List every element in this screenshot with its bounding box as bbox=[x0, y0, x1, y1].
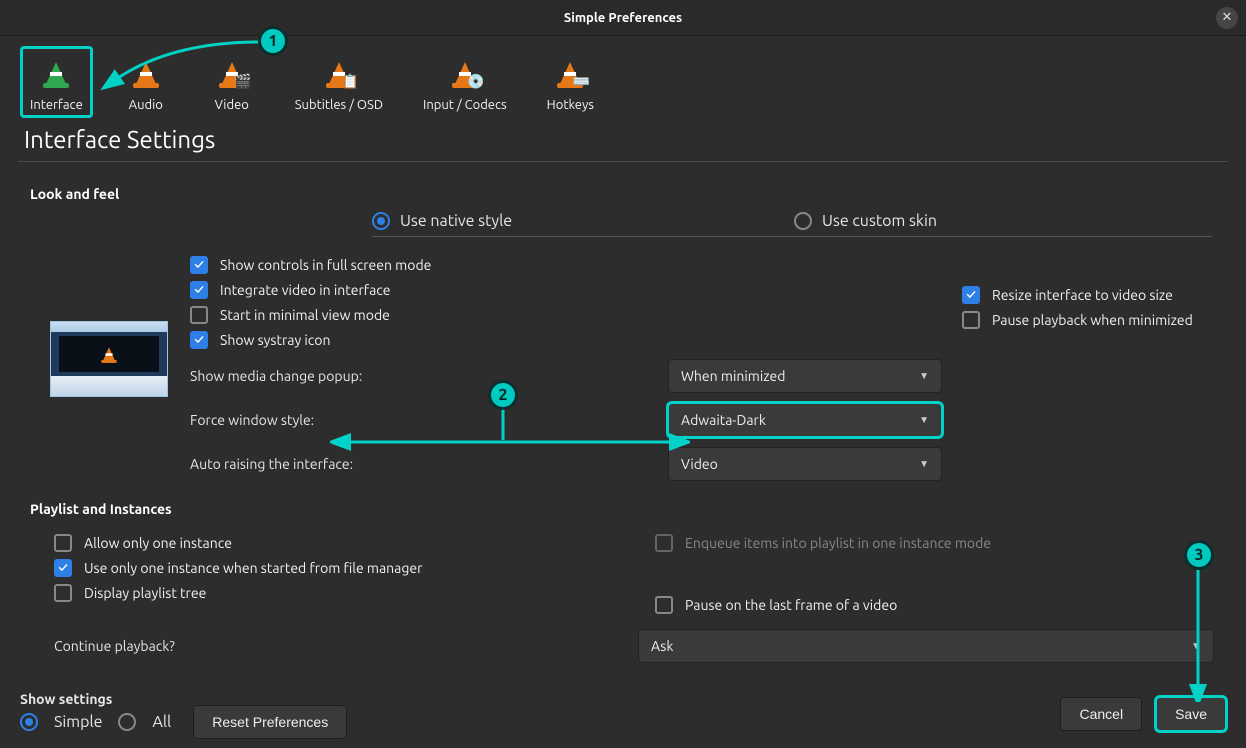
tab-label: Hotkeys bbox=[547, 98, 594, 112]
radio-native-style[interactable] bbox=[372, 212, 390, 230]
checkbox-pause-minimized[interactable] bbox=[962, 311, 980, 329]
tab-audio[interactable]: Audio bbox=[115, 48, 177, 116]
skin-preview bbox=[26, 249, 182, 491]
checkbox-label: Start in minimal view mode bbox=[220, 307, 390, 323]
select-continue-playback[interactable]: Ask ▼ bbox=[638, 629, 1214, 663]
label-force-style: Force window style: bbox=[190, 412, 668, 428]
annotation-1: 1 bbox=[258, 26, 288, 56]
titlebar: Simple Preferences ✕ bbox=[0, 0, 1246, 36]
chevron-down-icon: ▼ bbox=[919, 458, 929, 470]
checkbox-label: Pause playback when minimized bbox=[992, 312, 1193, 328]
radio-simple[interactable] bbox=[20, 713, 38, 731]
reset-preferences-button[interactable]: Reset Preferences bbox=[193, 705, 347, 739]
label-media-popup: Show media change popup: bbox=[190, 368, 668, 384]
radio-all[interactable] bbox=[118, 713, 136, 731]
radio-custom-skin[interactable] bbox=[794, 212, 812, 230]
tab-label: Interface bbox=[30, 98, 83, 112]
radio-label: All bbox=[152, 713, 171, 731]
checkbox-allow-one-instance[interactable] bbox=[54, 534, 72, 552]
checkbox-show-systray[interactable] bbox=[190, 331, 208, 349]
radio-label: Use native style bbox=[400, 212, 512, 230]
checkbox-label: Enqueue items into playlist in one insta… bbox=[685, 535, 991, 551]
select-media-popup[interactable]: When minimized ▼ bbox=[668, 359, 942, 393]
group-playlist: Playlist and Instances bbox=[30, 501, 1226, 517]
tab-label: Audio bbox=[129, 98, 163, 112]
checkbox-label: Resize interface to video size bbox=[992, 287, 1173, 303]
settings-scroll-area[interactable]: Look and feel Use native style Use custo… bbox=[18, 176, 1240, 680]
select-value: When minimized bbox=[681, 368, 785, 384]
checkbox-show-controls[interactable] bbox=[190, 256, 208, 274]
select-auto-raise[interactable]: Video ▼ bbox=[668, 447, 942, 481]
chevron-down-icon: ▼ bbox=[1191, 640, 1201, 652]
checkbox-label: Display playlist tree bbox=[84, 585, 206, 601]
cone-icon: ⌨️ bbox=[550, 54, 590, 92]
close-icon: ✕ bbox=[1222, 10, 1233, 25]
checkbox-one-instance-fm[interactable] bbox=[54, 559, 72, 577]
cone-icon bbox=[126, 54, 166, 92]
checkbox-resize-interface[interactable] bbox=[962, 286, 980, 304]
checkbox-pause-last-frame[interactable] bbox=[655, 596, 673, 614]
annotation-3: 3 bbox=[1184, 540, 1214, 570]
page-title: Interface Settings bbox=[24, 126, 1246, 153]
checkbox-label: Show controls in full screen mode bbox=[220, 257, 431, 273]
cone-icon: 📋 bbox=[319, 54, 359, 92]
checkbox-integrate-video[interactable] bbox=[190, 281, 208, 299]
annotation-2: 2 bbox=[488, 380, 518, 410]
chevron-down-icon: ▼ bbox=[919, 414, 929, 426]
checkbox-label: Use only one instance when started from … bbox=[84, 560, 422, 576]
cone-icon bbox=[36, 54, 76, 92]
cone-icon: 💿 bbox=[445, 54, 485, 92]
tab-input-codecs[interactable]: 💿 Input / Codecs bbox=[415, 48, 515, 116]
tab-video[interactable]: 🎬 Video bbox=[201, 48, 263, 116]
label-auto-raise: Auto raising the interface: bbox=[190, 456, 668, 472]
chevron-down-icon: ▼ bbox=[919, 370, 929, 382]
dialog-footer: Show settings Simple All Reset Preferenc… bbox=[0, 680, 1246, 748]
divider bbox=[372, 236, 1212, 237]
preferences-window: Simple Preferences ✕ Interface Audio 🎬 V… bbox=[0, 0, 1246, 748]
label-continue-playback: Continue playback? bbox=[54, 638, 638, 654]
category-toolbar: Interface Audio 🎬 Video 📋 Subtitles / OS… bbox=[0, 36, 1246, 116]
tab-label: Input / Codecs bbox=[423, 98, 507, 112]
divider bbox=[18, 161, 1228, 162]
radio-label: Use custom skin bbox=[822, 212, 937, 230]
select-value: Adwaita-Dark bbox=[681, 412, 766, 428]
checkbox-start-minimal[interactable] bbox=[190, 306, 208, 324]
save-button[interactable]: Save bbox=[1156, 697, 1226, 731]
select-force-window-style[interactable]: Adwaita-Dark ▼ bbox=[668, 403, 942, 437]
tab-label: Subtitles / OSD bbox=[295, 98, 383, 112]
window-title: Simple Preferences bbox=[564, 11, 682, 25]
tab-interface[interactable]: Interface bbox=[22, 48, 91, 116]
checkbox-label: Show systray icon bbox=[220, 332, 330, 348]
checkbox-label: Pause on the last frame of a video bbox=[685, 597, 897, 613]
checkbox-enqueue bbox=[655, 534, 673, 552]
checkbox-label: Integrate video in interface bbox=[220, 282, 391, 298]
select-value: Video bbox=[681, 456, 718, 472]
cone-icon: 🎬 bbox=[212, 54, 252, 92]
cancel-button[interactable]: Cancel bbox=[1060, 697, 1142, 731]
radio-label: Simple bbox=[54, 713, 102, 731]
checkbox-label: Allow only one instance bbox=[84, 535, 232, 551]
checkbox-display-playlist-tree[interactable] bbox=[54, 584, 72, 602]
tab-hotkeys[interactable]: ⌨️ Hotkeys bbox=[539, 48, 602, 116]
group-look-and-feel: Look and feel bbox=[30, 186, 1226, 202]
close-button[interactable]: ✕ bbox=[1216, 7, 1238, 29]
select-value: Ask bbox=[651, 638, 673, 654]
tab-subtitles[interactable]: 📋 Subtitles / OSD bbox=[287, 48, 391, 116]
label-show-settings: Show settings bbox=[20, 691, 171, 707]
tab-label: Video bbox=[215, 98, 249, 112]
